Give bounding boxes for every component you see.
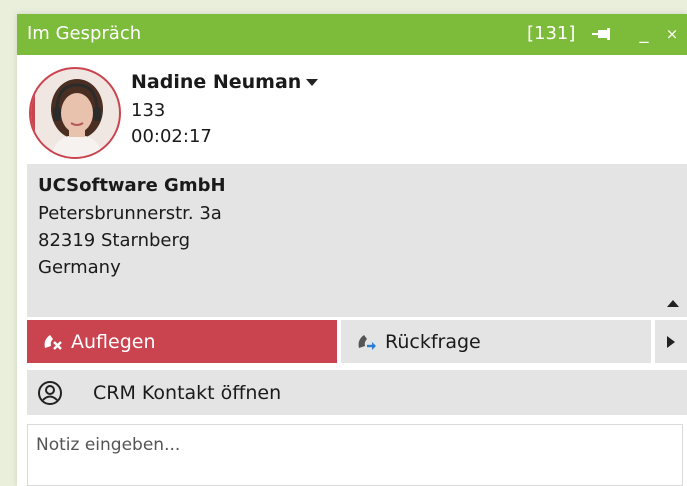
address-city: 82319 Starnberg (38, 230, 190, 251)
hangup-button[interactable]: Auflegen (27, 320, 337, 363)
caller-info: Nadine Neuman 133 00:02:17 (17, 55, 687, 164)
note-input[interactable] (27, 424, 683, 486)
hangup-label: Auflegen (71, 330, 156, 353)
chevron-down-icon (306, 78, 319, 86)
avatar (29, 67, 121, 159)
contact-address-panel: UCSoftware GmbH Petersbrunnerstr. 3a 823… (27, 164, 687, 317)
title-bar[interactable]: Im Gespräch [131] _ × (17, 14, 687, 55)
call-window: Im Gespräch [131] _ × Nadine Neuman 133 … (17, 14, 687, 486)
crm-label: CRM Kontakt öffnen (93, 381, 282, 404)
triangle-right-icon (667, 335, 675, 348)
consult-button[interactable]: Rückfrage (341, 320, 651, 363)
phone-hangup-icon (44, 334, 62, 350)
company-name: UCSoftware GmbH (38, 175, 226, 196)
user-circle-icon (38, 380, 62, 405)
call-id: [131] (527, 23, 576, 44)
close-icon: × (665, 25, 679, 43)
minimize-icon: _ (639, 23, 649, 44)
caller-name: Nadine Neuman (131, 71, 302, 93)
more-actions-button[interactable] (655, 320, 687, 363)
avatar-headset-photo-icon (51, 79, 103, 157)
caller-name-dropdown[interactable]: Nadine Neuman (131, 70, 319, 94)
pin-icon[interactable] (591, 22, 613, 46)
collapse-up-icon[interactable] (667, 300, 679, 307)
consult-label: Rückfrage (385, 330, 481, 353)
caller-extension: 133 (131, 100, 166, 121)
phone-transfer-icon (358, 334, 376, 350)
window-title: Im Gespräch (27, 23, 142, 44)
close-button[interactable]: × (661, 22, 683, 46)
call-actions: Auflegen Rückfrage (27, 320, 687, 363)
crm-open-contact-button[interactable]: CRM Kontakt öffnen (27, 370, 687, 415)
address-street: Petersbrunnerstr. 3a (38, 203, 222, 224)
address-country: Germany (38, 257, 121, 278)
minimize-button[interactable]: _ (633, 22, 655, 46)
call-duration: 00:02:17 (131, 126, 212, 147)
